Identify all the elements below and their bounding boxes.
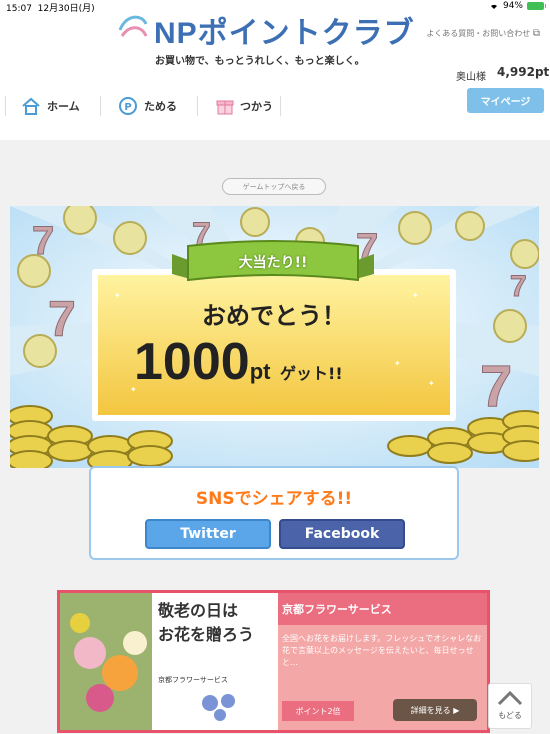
ad-logo-text: 京都フラワーサービス xyxy=(158,676,228,684)
nav-divider xyxy=(100,96,101,116)
ad-info: 京都フラワーサービス 全国へお花をお届けします。フレッシュでオシャレなお花で言葉… xyxy=(278,593,487,730)
nav-divider xyxy=(5,96,6,116)
nav-item-label: ホーム xyxy=(47,100,80,113)
nav-item-label: ためる xyxy=(144,100,177,113)
main-nav: ホーム P ためる つかう xyxy=(0,92,300,120)
points-balance: 4,992pt xyxy=(497,65,550,79)
banner-amount: 1000pt ゲット!! xyxy=(134,332,434,392)
status-time: 15:07 xyxy=(6,4,32,14)
back-to-top-label: もどる xyxy=(498,711,522,720)
banner-amount-unit: pt xyxy=(249,359,271,384)
svg-text:P: P xyxy=(124,102,131,113)
status-right: 94% xyxy=(489,1,546,11)
ad-detail-label: 詳細を見る xyxy=(410,705,451,715)
ad-headline-2: お花を贈ろう xyxy=(158,625,255,644)
user-name: 奥山様 xyxy=(456,72,486,83)
banner-amount-number: 1000 xyxy=(134,333,250,391)
status-date: 12月30日(月) xyxy=(37,4,95,14)
nav-item-label: つかう xyxy=(240,100,273,113)
wifi-icon xyxy=(490,4,497,9)
logo-text: NPポイントクラブ xyxy=(154,17,415,50)
banner-get-text: ゲット!! xyxy=(280,364,343,383)
battery-percent: 94% xyxy=(502,1,523,11)
point-coin-icon: P xyxy=(119,97,137,115)
battery-icon xyxy=(527,2,546,10)
svg-text:7: 7 xyxy=(48,291,76,347)
svg-text:7: 7 xyxy=(480,354,512,419)
nav-item-tameru[interactable]: P ためる xyxy=(118,92,177,120)
nav-divider xyxy=(197,96,198,116)
ad-shop-name: 京都フラワーサービス xyxy=(278,593,487,625)
back-to-game-button[interactable]: ゲームトップへ戻る xyxy=(222,178,326,195)
ad-image: 敬老の日は お花を贈ろう 京都フラワーサービス xyxy=(60,593,278,730)
back-to-top-button[interactable]: もどる xyxy=(488,683,532,729)
jackpot-banner: 77 7777 ✦ ✦ ✦ ✦ ✦ 大当たり!! おめでとう！ 1000pt ゲット!! xyxy=(10,206,539,468)
ad-banner[interactable]: 敬老の日は お花を贈ろう 京都フラワーサービス 京都フラワーサービス 全国へお花… xyxy=(57,590,490,733)
nav-item-tsukau[interactable]: つかう xyxy=(216,92,273,120)
chevron-up-icon xyxy=(497,690,523,706)
twitter-share-button[interactable]: Twitter xyxy=(145,519,271,549)
faq-link-label: よくある質問・お問い合わせ xyxy=(426,29,531,38)
ad-description: 全国へお花をお届けします。フレッシュでオシャレなお花で言葉以上のメッセージを伝え… xyxy=(282,634,482,667)
play-arrow-icon: ▶ xyxy=(453,705,460,715)
site-header: NPポイントクラブ お買い物で、もっとうれしく、もっと楽しく。 よくある質問・お… xyxy=(0,14,550,140)
gift-icon xyxy=(216,100,234,115)
house-icon xyxy=(22,97,40,115)
svg-text:7: 7 xyxy=(510,270,527,303)
facebook-share-button[interactable]: Facebook xyxy=(279,519,405,549)
banner-congrats-text: おめでとう！ xyxy=(202,302,346,330)
mypage-button[interactable]: マイページ xyxy=(467,88,544,113)
ad-detail-button[interactable]: 詳細を見る ▶ xyxy=(393,699,477,721)
logo-swirl-icon xyxy=(118,15,148,37)
tagline: お買い物で、もっとうれしく、もっと楽しく。 xyxy=(155,56,365,67)
ad-points-badge: ポイント2倍 xyxy=(282,701,354,721)
nav-item-home[interactable]: ホーム xyxy=(21,92,80,120)
banner-ribbon-text: 大当たり!! xyxy=(238,255,308,271)
nav-divider xyxy=(280,96,281,116)
site-logo[interactable]: NPポイントクラブ xyxy=(118,8,415,52)
ad-headline-1: 敬老の日は xyxy=(158,601,239,620)
faq-link[interactable]: よくある質問・お問い合わせ ⧉ xyxy=(426,28,540,39)
status-time-date: 15:07 12月30日(月) xyxy=(6,1,95,14)
external-link-icon: ⧉ xyxy=(532,28,540,39)
share-panel: SNSでシェアする!! Twitter Facebook xyxy=(89,466,459,560)
share-title: SNSでシェアする!! xyxy=(195,489,353,509)
